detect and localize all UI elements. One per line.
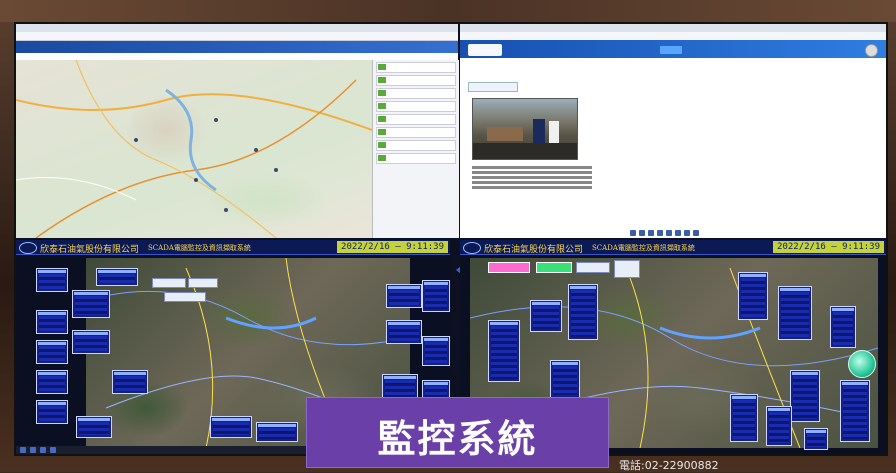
station-panel[interactable]	[36, 310, 68, 334]
map-button[interactable]	[576, 262, 610, 273]
taskbar-icons	[630, 230, 730, 236]
station-panel[interactable]	[790, 370, 820, 422]
user-avatar[interactable]	[865, 44, 878, 57]
inspection-browser-window	[460, 24, 886, 238]
station-panel[interactable]	[840, 380, 870, 442]
alarm-button[interactable]	[488, 262, 530, 273]
station-panel[interactable]	[112, 370, 148, 394]
scada-title-bar: 欣泰石油氣股份有限公司 SCADA電腦監控及資訊擷取系統 2022/2/16 —…	[460, 240, 886, 255]
wood-wall	[0, 0, 896, 22]
station-panel[interactable]	[72, 290, 110, 318]
status-button[interactable]	[536, 262, 572, 273]
layer-row[interactable]	[376, 153, 456, 164]
station-panel[interactable]	[766, 406, 792, 446]
map-button[interactable]	[164, 292, 206, 302]
trend-chart-button[interactable]	[614, 260, 640, 278]
station-panel[interactable]	[488, 320, 520, 382]
browser-tab-strip	[460, 24, 886, 32]
layer-row[interactable]	[376, 127, 456, 138]
layer-row[interactable]	[376, 75, 456, 86]
scada-title-bar: 欣泰石油氣股份有限公司 SCADA電腦監控及資訊擷取系統 2022/2/16 —…	[16, 240, 450, 255]
system-name: SCADA電腦監控及資訊擷取系統	[148, 244, 251, 252]
map-button[interactable]	[152, 278, 186, 288]
station-panel[interactable]	[386, 320, 422, 344]
caption-banner: 監控系統	[306, 397, 609, 468]
photo-worker	[533, 119, 545, 145]
video-wall-screen: 欣泰石油氣股份有限公司 SCADA電腦監控及資訊擷取系統 2022/2/16 —…	[14, 22, 888, 456]
map-button[interactable]	[188, 278, 218, 288]
photo-details	[472, 164, 592, 191]
layer-row[interactable]	[376, 114, 456, 125]
layer-row[interactable]	[376, 101, 456, 112]
company-name: 欣泰石油氣股份有限公司	[484, 245, 584, 255]
header-button[interactable]	[660, 46, 682, 54]
monitor-wall: 欣泰石油氣股份有限公司 SCADA電腦監控及資訊擷取系統 2022/2/16 —…	[0, 0, 896, 472]
station-panel[interactable]	[386, 284, 422, 308]
station-panel[interactable]	[36, 370, 68, 394]
station-panel[interactable]	[804, 428, 828, 450]
layer-row[interactable]	[376, 140, 456, 151]
system-name: SCADA電腦監控及資訊擷取系統	[592, 244, 695, 252]
station-panel[interactable]	[830, 306, 856, 348]
clock: 2022/2/16 — 9:11:39	[773, 241, 884, 253]
map-layer-panel	[372, 60, 459, 238]
station-panel[interactable]	[96, 268, 138, 286]
company-logo	[19, 242, 37, 254]
layer-row[interactable]	[376, 62, 456, 73]
browser-url-bar	[16, 32, 458, 41]
station-panel[interactable]	[778, 286, 812, 340]
company-name: 欣泰石油氣股份有限公司	[40, 245, 140, 255]
banner-title: 監控系統	[377, 417, 538, 461]
site-photo	[472, 98, 578, 160]
browser-tab-strip	[16, 24, 458, 32]
station-panel[interactable]	[72, 330, 110, 354]
map-app-header	[16, 41, 458, 53]
station-panel[interactable]	[36, 400, 68, 424]
station-panel[interactable]	[36, 268, 68, 292]
phone-number: 電話:02-22900882	[619, 459, 719, 472]
station-panel[interactable]	[738, 272, 768, 320]
map-roads	[16, 60, 372, 238]
station-panel[interactable]	[210, 416, 252, 438]
app-logo	[468, 44, 502, 56]
station-panel[interactable]	[256, 422, 298, 442]
street-map	[16, 60, 372, 238]
clock: 2022/2/16 — 9:11:39	[337, 241, 448, 253]
photo-equipment	[487, 127, 523, 141]
photo-ground	[473, 143, 577, 159]
station-panel[interactable]	[422, 280, 450, 312]
layer-row[interactable]	[376, 88, 456, 99]
content-tab[interactable]	[468, 82, 518, 92]
map-browser-window	[16, 24, 459, 238]
photo-worker	[549, 121, 559, 145]
station-panel[interactable]	[550, 360, 580, 398]
station-panel[interactable]	[36, 340, 68, 364]
station-panel[interactable]	[530, 300, 562, 332]
gauge-icon[interactable]	[848, 350, 876, 378]
station-panel[interactable]	[568, 284, 598, 340]
company-logo	[463, 242, 481, 254]
station-panel[interactable]	[76, 416, 112, 438]
station-panel[interactable]	[422, 336, 450, 366]
station-panel[interactable]	[730, 394, 758, 442]
